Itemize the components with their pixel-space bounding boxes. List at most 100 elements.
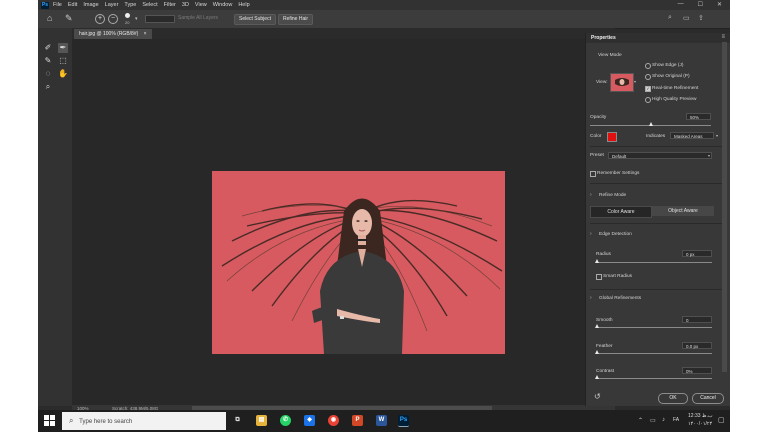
menu-view[interactable]: View — [195, 2, 207, 8]
indicates-chevron-icon[interactable]: ▾ — [716, 133, 718, 138]
tray-up-icon[interactable]: ⌃ — [638, 417, 643, 424]
close-button[interactable]: ✕ — [717, 1, 722, 8]
file-explorer-icon[interactable]: ▤ — [256, 415, 267, 426]
workspace-icon[interactable]: ▭ — [683, 14, 690, 22]
menu-window[interactable]: Window — [213, 2, 233, 8]
select-subject-button[interactable]: Select Subject — [234, 14, 276, 25]
high-quality-preview-radio[interactable] — [645, 97, 651, 103]
menu-edit[interactable]: Edit — [68, 2, 77, 8]
brush-size-field[interactable] — [145, 15, 175, 23]
realtime-refinement-label: Real-time Refinement — [652, 86, 699, 91]
quick-selection-tool-icon[interactable]: ✐ — [43, 43, 53, 53]
menu-select[interactable]: Select — [142, 2, 157, 8]
color-aware-button[interactable]: Color Aware — [590, 206, 652, 218]
contrast-field[interactable]: 0% — [682, 367, 712, 374]
notification-icon[interactable]: ▢ — [718, 416, 725, 424]
sample-all-layers-checkbox[interactable]: Sample All Layers — [178, 15, 218, 21]
divider — [590, 223, 727, 224]
panel-scrollbar[interactable] — [722, 42, 727, 372]
radius-slider-thumb[interactable] — [595, 259, 599, 263]
menu-layer[interactable]: Layer — [105, 2, 119, 8]
subtract-from-selection-icon[interactable]: − — [108, 14, 118, 24]
realtime-refinement-checkbox[interactable]: ✓ — [645, 86, 651, 92]
preset-dropdown[interactable]: Default — [608, 152, 712, 159]
taskbar-search[interactable]: ⌕ Type here to search — [62, 412, 226, 430]
windows-start-icon[interactable] — [44, 415, 55, 428]
task-view-icon[interactable]: ⧉ — [232, 415, 243, 426]
show-original-radio[interactable] — [645, 74, 651, 80]
feather-slider[interactable] — [596, 353, 712, 354]
powerpoint-icon[interactable]: P — [352, 415, 363, 426]
close-tab-icon[interactable]: × — [144, 31, 147, 37]
object-aware-button[interactable]: Object Aware — [652, 206, 714, 216]
menu-image[interactable]: Image — [83, 2, 98, 8]
document-photo[interactable] — [212, 171, 505, 354]
clock-time[interactable]: 12:33 ب.ظ — [688, 413, 713, 419]
brush-size[interactable]: 20 — [125, 20, 129, 25]
smooth-label: Smooth — [596, 318, 613, 323]
contrast-label: Contrast — [596, 369, 615, 374]
maximize-button[interactable]: ☐ — [698, 1, 703, 8]
menu-file[interactable]: File — [53, 2, 62, 8]
radius-slider[interactable] — [596, 262, 712, 263]
menu-filter[interactable]: Filter — [164, 2, 176, 8]
hand-tool-icon[interactable]: ✋ — [58, 69, 68, 79]
menu-type[interactable]: Type — [124, 2, 136, 8]
ok-button[interactable]: OK — [658, 393, 688, 404]
language-indicator[interactable]: FA — [673, 417, 679, 423]
show-original-label: Show Original (P) — [652, 74, 690, 79]
panel-menu-icon[interactable]: ≡ — [721, 34, 725, 40]
remember-settings-checkbox[interactable] — [590, 171, 596, 177]
contrast-slider[interactable] — [596, 378, 712, 379]
view-dropdown-icon[interactable]: ▾ — [634, 79, 636, 84]
menu-help[interactable]: Help — [238, 2, 249, 8]
object-selection-tool-icon[interactable]: ⬚ — [58, 56, 68, 66]
color-swatch[interactable] — [607, 132, 617, 142]
volume-icon[interactable]: ♪ — [662, 417, 665, 423]
brush-tool-icon[interactable]: ✎ — [43, 56, 53, 66]
minimize-button[interactable]: — — [678, 1, 684, 8]
refine-hair-button[interactable]: Refine Hair — [278, 14, 314, 25]
contrast-slider-thumb[interactable] — [595, 375, 599, 379]
smooth-slider[interactable] — [596, 327, 712, 328]
radius-field[interactable]: 0 px — [682, 250, 712, 257]
home-icon[interactable]: ⌂ — [47, 13, 52, 23]
cancel-button[interactable]: Cancel — [692, 393, 724, 404]
search-icon[interactable]: ⌕ — [668, 14, 672, 22]
feather-slider-thumb[interactable] — [595, 350, 599, 354]
clock-date[interactable]: ۱۴۰۰/۰۱/۲۴ — [688, 421, 712, 427]
global-refinements-label: Global Refinements — [599, 296, 642, 301]
zoom-tool-icon[interactable]: ⌕ — [43, 82, 53, 92]
refine-mode-chevron-icon[interactable]: › — [590, 192, 592, 198]
brush-preview-icon[interactable] — [125, 13, 130, 18]
share-icon[interactable]: ⇪ — [698, 14, 704, 22]
smooth-slider-thumb[interactable] — [595, 324, 599, 328]
indicates-dropdown[interactable]: Masked Areas — [670, 132, 714, 139]
reset-icon[interactable]: ↺ — [594, 392, 601, 401]
refine-edge-brush-icon[interactable]: ✒ — [58, 43, 68, 53]
word-icon[interactable]: W — [376, 415, 387, 426]
view-mode-thumbnail[interactable] — [610, 73, 634, 92]
woman-hair-illustration — [221, 198, 503, 354]
global-refinements-chevron-icon[interactable]: › — [590, 295, 592, 301]
opacity-slider-thumb[interactable] — [648, 122, 653, 126]
photoshop-taskbar-icon[interactable]: Ps — [398, 415, 409, 427]
brush-dropdown-icon[interactable]: ▾ — [135, 16, 138, 22]
whatsapp-icon[interactable]: ✆ — [280, 415, 291, 426]
chrome-icon[interactable]: ◉ — [328, 415, 339, 426]
show-edge-radio[interactable] — [645, 63, 651, 69]
network-icon[interactable]: ▭ — [650, 417, 656, 424]
smooth-field[interactable]: 0 — [682, 316, 712, 323]
feather-field[interactable]: 0.0 px — [682, 342, 712, 349]
lasso-tool-icon[interactable]: ◌ — [43, 69, 53, 79]
menu-3d[interactable]: 3D — [182, 2, 189, 8]
brush-tool-icon[interactable]: ✎ — [65, 13, 73, 24]
dropbox-icon[interactable]: ◆ — [304, 415, 315, 426]
edge-detection-chevron-icon[interactable]: › — [590, 231, 592, 237]
canvas-area[interactable] — [72, 39, 615, 405]
smart-radius-checkbox[interactable] — [596, 274, 602, 280]
document-tab[interactable]: hair.jpg @ 100% (RGB/8#) × — [74, 29, 152, 39]
add-to-selection-icon[interactable]: + — [95, 14, 105, 24]
opacity-field[interactable]: 50% — [686, 113, 711, 120]
preset-chevron-icon[interactable]: ▾ — [708, 153, 710, 158]
